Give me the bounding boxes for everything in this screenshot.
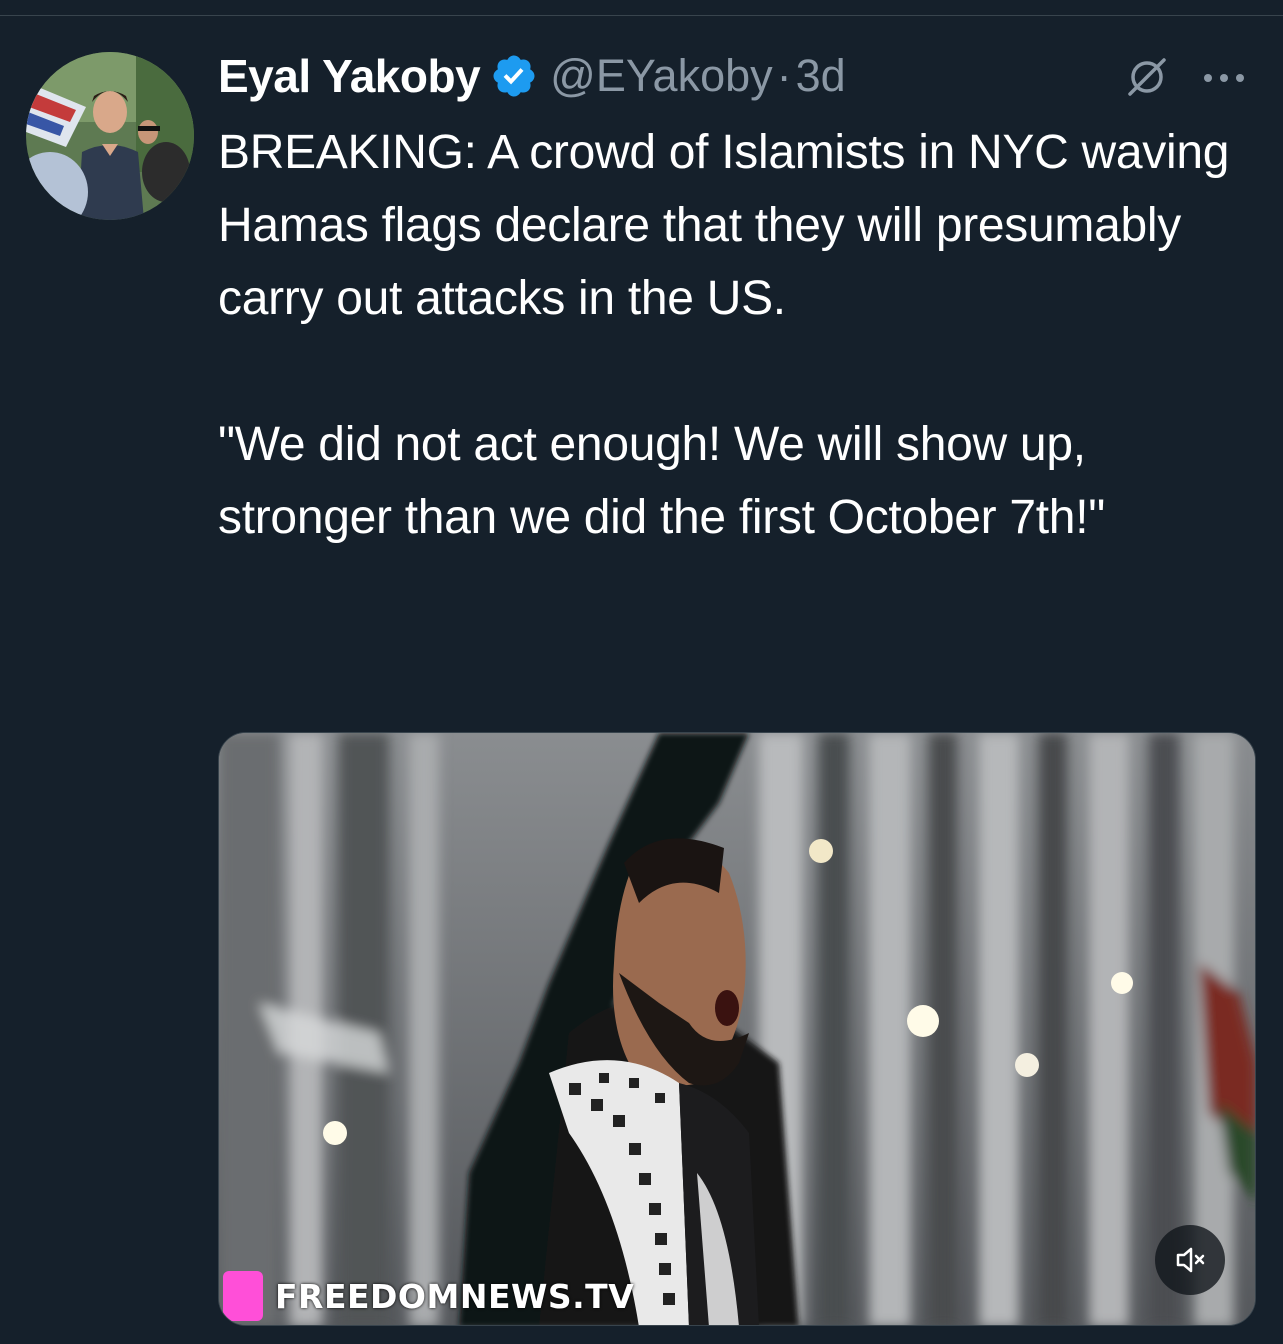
video-frame (219, 733, 1255, 1325)
verified-badge-icon[interactable] (490, 52, 538, 100)
grok-icon[interactable] (1124, 54, 1170, 100)
top-divider (0, 15, 1283, 16)
avatar[interactable] (26, 52, 194, 220)
timestamp[interactable]: 3d (796, 50, 846, 102)
tweet-header: Eyal Yakoby @EYakoby · 3d (218, 44, 846, 108)
avatar-image (26, 52, 194, 220)
mute-button[interactable] (1155, 1225, 1225, 1295)
separator-dot: · (776, 50, 792, 101)
more-icon[interactable] (1196, 58, 1252, 98)
video-watermark: FREEDOMNEWS.TV (223, 1271, 634, 1321)
tweet-text: BREAKING: A crowd of Islamists in NYC wa… (218, 116, 1258, 554)
tweet-paragraph: "We did not act enough! We will show up,… (218, 418, 1105, 544)
author-name[interactable]: Eyal Yakoby (218, 49, 481, 103)
tweet-page: Eyal Yakoby @EYakoby · 3d BREAKING: A cr… (0, 0, 1283, 1344)
author-handle[interactable]: @EYakoby (550, 50, 772, 102)
watermark-accent-bar (223, 1271, 263, 1321)
tweet-video[interactable]: FREEDOMNEWS.TV (218, 732, 1256, 1326)
watermark-text: FREEDOMNEWS.TV (275, 1276, 635, 1316)
mute-icon (1176, 1247, 1205, 1273)
tweet-paragraph: BREAKING: A crowd of Islamists in NYC wa… (218, 126, 1243, 325)
